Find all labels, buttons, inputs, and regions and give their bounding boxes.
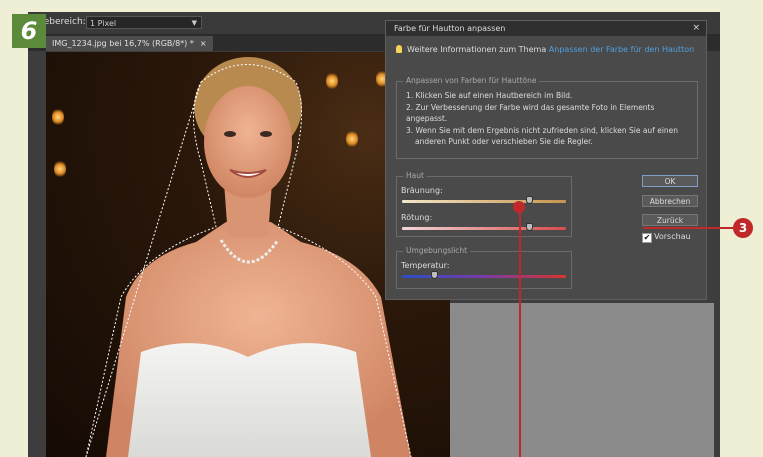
blush-slider-track[interactable] (402, 227, 566, 230)
chevron-down-icon: ▼ (191, 19, 197, 27)
preview-checkbox[interactable]: ✔ Vorschau (642, 232, 691, 243)
instruction-line: 1. Klicken Sie auf einen Hautbereich im … (406, 91, 573, 100)
info-link[interactable]: Anpassen der Farbe für den Hautton (549, 45, 694, 54)
dialog-title-bar[interactable]: Farbe für Hautton anpassen × (386, 21, 706, 36)
tan-label: Bräunung: (401, 186, 443, 195)
ok-button[interactable]: OK (642, 175, 698, 187)
bride-eye (260, 131, 272, 137)
ambient-light-group: Umgebungslicht Temperatur: (396, 246, 572, 289)
dialog-title: Farbe für Hautton anpassen (394, 24, 506, 33)
document-tab[interactable]: IMG_1234.jpg bei 16,7% (RGB/8*) * × (46, 36, 213, 51)
instruction-line: anderen Punkt oder verschieben Sie die R… (415, 137, 593, 146)
skin-group-title: Haut (403, 171, 427, 180)
blush-label: Rötung: (401, 213, 433, 222)
info-text: Weitere Informationen zum Thema (407, 45, 547, 54)
instructions-group: Anpassen von Farben für Hauttöne 1. Klic… (396, 76, 698, 159)
back-button[interactable]: Zurück (642, 214, 698, 226)
callout-line-horizontal (643, 227, 736, 229)
instructions-list: 1. Klicken Sie auf einen Hautbereich im … (406, 90, 697, 148)
instructions-title: Anpassen von Farben für Hauttöne (403, 76, 540, 85)
temperature-label: Temperatur: (401, 261, 450, 270)
brush-size-select[interactable]: 1 Pixel ▼ (86, 16, 202, 29)
empty-workspace (450, 303, 714, 457)
cancel-button[interactable]: Abbrechen (642, 195, 698, 207)
tan-slider-track[interactable] (402, 200, 566, 203)
bride-face (204, 86, 292, 198)
instruction-line: 2. Zur Verbesserung der Farbe wird das g… (406, 102, 655, 124)
temperature-slider-track[interactable] (402, 275, 566, 278)
document-tab-title: IMG_1234.jpg bei 16,7% (RGB/8*) * (52, 39, 194, 48)
wedding-dress (128, 343, 371, 457)
close-icon[interactable]: × (692, 21, 700, 36)
skin-tone-dialog: Farbe für Hautton anpassen × Weitere Inf… (385, 20, 707, 300)
preview-label: Vorschau (654, 232, 691, 241)
bride-eye (224, 131, 236, 137)
ambient-light-title: Umgebungslicht (403, 246, 471, 255)
callout-line-vertical (519, 204, 521, 457)
checkbox-checkmark-icon[interactable]: ✔ (642, 233, 652, 243)
lightbulb-icon (396, 45, 402, 53)
close-tab-icon[interactable]: × (200, 39, 207, 48)
info-line: Weitere Informationen zum Thema Anpassen… (396, 45, 694, 54)
callout-badge: 3 (733, 218, 753, 238)
instruction-line: 3. Wenn Sie mit dem Ergebnis nicht zufri… (406, 125, 679, 135)
callout-dot (513, 201, 525, 213)
step-badge: 6 (12, 14, 46, 48)
skin-group: Haut Bräunung: Rötung: (396, 171, 572, 237)
brush-size-value: 1 Pixel (90, 19, 117, 28)
